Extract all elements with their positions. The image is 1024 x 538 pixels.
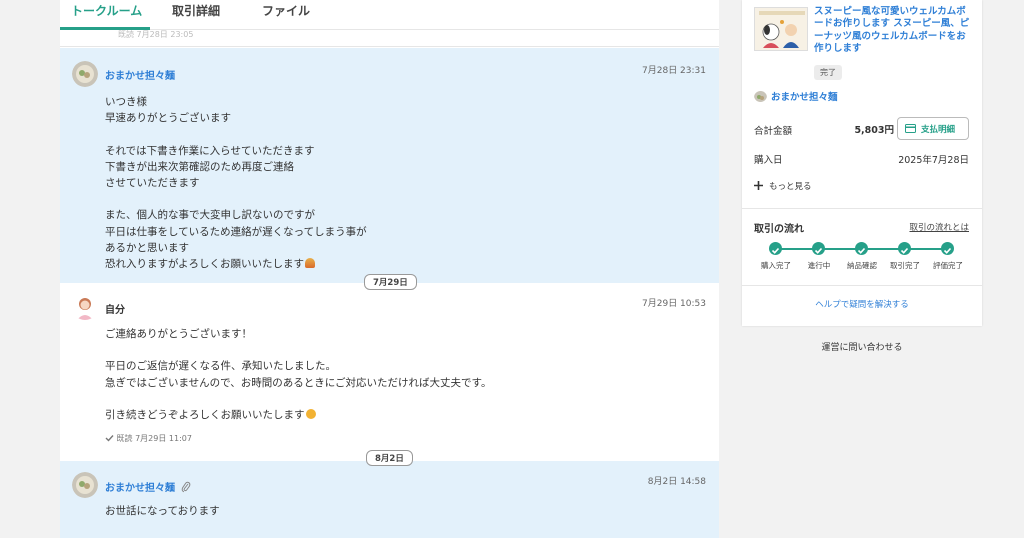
date-separator: 7月29日	[364, 274, 417, 290]
seller-avatar[interactable]	[72, 472, 98, 498]
check-icon	[814, 247, 823, 254]
step-in-progress	[812, 242, 825, 255]
chat-panel: トークルーム 取引詳細 ファイル 既読 7月28日 23:05 おまかせ担々麺 …	[60, 0, 719, 538]
date-separator: 8月2日	[366, 450, 413, 466]
message-line	[105, 191, 367, 207]
purchase-date-label: 購入日	[754, 155, 783, 166]
step-deal-complete	[898, 242, 911, 255]
message-mine: 自分 7月29日 10:53 ご連絡ありがとうございます！ 平日のご返信が遅くな…	[60, 284, 719, 460]
message-time: 8月2日 14:58	[647, 477, 706, 487]
message-line: 平日のご返信が遅くなる件、承知いたしました。	[105, 360, 336, 373]
paperclip-icon[interactable]	[181, 481, 191, 493]
check-icon	[771, 247, 780, 254]
message-line-with-emoji: 恐れ入りますがよろしくお願いいたします	[105, 256, 367, 272]
tab-bar: トークルーム 取引詳細 ファイル	[60, 0, 719, 30]
previous-message-remnant: 既読 7月28日 23:05	[60, 30, 719, 47]
message-body: いつき様 早速ありがとうございます それでは下書き作業に入らせていただきます 下…	[105, 94, 367, 272]
step-review-complete	[941, 242, 954, 255]
message-seller-1: おまかせ担々麺 7月28日 23:31 いつき様 早速ありがとうございます それ…	[60, 48, 719, 283]
deal-flow-title: 取引の流れ	[754, 224, 804, 235]
message-line: ご連絡ありがとうございます！	[105, 328, 252, 340]
product-title-link[interactable]: スヌーピー風な可愛いウェルカムボードお作りします スヌーピー風、ピーナッツ風のウ…	[814, 6, 974, 56]
show-more-link[interactable]: もっと見る	[754, 180, 812, 192]
tab-talkroom[interactable]: トークルーム	[71, 2, 142, 19]
check-icon	[857, 247, 866, 254]
message-line: いつき様	[105, 96, 147, 108]
divider	[742, 208, 982, 209]
message-line	[105, 126, 367, 142]
message-line: 早速ありがとうございます	[105, 112, 231, 125]
bowing-emoji-icon	[304, 257, 315, 268]
check-icon	[943, 247, 952, 254]
smiling-emoji-icon	[305, 408, 316, 419]
message-line: それでは下書き作業に入らせていただきます	[105, 144, 315, 157]
check-icon	[105, 435, 114, 442]
sender-name-text[interactable]: おまかせ担々麺	[105, 483, 175, 494]
credit-card-icon	[905, 124, 916, 133]
message-time: 7月28日 23:31	[642, 66, 706, 76]
message-body: ご連絡ありがとうございます！ 平日のご返信が遅くなる件、承知いたしました。 急ぎ…	[105, 326, 492, 423]
step-label: 評価完了	[933, 261, 963, 270]
message-line: また、個人的な事で大変申し訳ないのですが	[105, 209, 315, 222]
deal-summary-panel: スヌーピー風な可愛いウェルカムボードお作りします スヌーピー風、ピーナッツ風のウ…	[742, 0, 982, 326]
message-line: あるかと思います	[105, 241, 189, 254]
plus-icon	[754, 181, 763, 190]
help-link[interactable]: ヘルプで疑問を解決する	[742, 298, 982, 310]
step-purchase-complete	[769, 242, 782, 255]
read-receipt: 既読 7月29日 11:07	[105, 433, 192, 444]
message-line: 平日は仕事をしているため連絡が遅くなってしまう事が	[105, 225, 367, 238]
message-line	[105, 391, 492, 407]
active-tab-indicator	[60, 27, 150, 30]
payment-statement-label[interactable]: 支払明細	[921, 123, 955, 135]
tab-files[interactable]: ファイル	[262, 2, 310, 19]
message-line: 下書きが出来次第確認のため再度ご連絡	[105, 160, 294, 173]
sender-name[interactable]: おまかせ担々麺	[105, 479, 191, 494]
total-value: 5,803円	[854, 125, 894, 136]
seller-avatar[interactable]	[72, 61, 98, 87]
message-line: 引き続きどうぞよろしくお願いいたします	[105, 408, 305, 421]
seller-avatar-small[interactable]	[754, 89, 767, 102]
divider	[742, 285, 982, 286]
my-avatar[interactable]	[72, 294, 98, 320]
product-thumbnail[interactable]	[754, 7, 808, 51]
message-seller-2: おまかせ担々麺 8月2日 14:58 お世話になっております	[60, 461, 719, 538]
check-icon	[900, 247, 909, 254]
total-label: 合計金額	[754, 126, 793, 137]
previous-read-status: 既読 7月28日 23:05	[118, 30, 194, 39]
message-time: 7月29日 10:53	[642, 299, 706, 309]
sender-name[interactable]: おまかせ担々麺	[105, 67, 175, 82]
read-receipt-text: 既読 7月29日 11:07	[116, 434, 192, 443]
seller-name-link[interactable]: おまかせ担々麺	[771, 89, 838, 103]
payment-statement-button[interactable]: 支払明細	[897, 117, 969, 140]
sender-name: 自分	[105, 305, 125, 316]
message-body: お世話になっております	[105, 503, 220, 519]
message-line: させていただきます	[105, 176, 200, 189]
deal-flow-help-link[interactable]: 取引の流れとは	[909, 221, 969, 233]
tab-deal-details[interactable]: 取引詳細	[172, 2, 220, 19]
step-delivery-confirm	[855, 242, 868, 255]
message-line: 急ぎではございませんので、お時間のあるときにご対応いただければ大丈夫です。	[105, 376, 492, 389]
status-badge: 完了	[814, 65, 842, 80]
message-line: 恐れ入りますがよろしくお願いいたします	[105, 257, 304, 270]
contact-support-link[interactable]: 運営に問い合わせる	[742, 340, 982, 353]
show-more-label[interactable]: もっと見る	[769, 182, 812, 192]
purchase-date-value: 2025年7月28日	[898, 155, 969, 166]
message-line-with-emoji: 引き続きどうぞよろしくお願いいたします	[105, 407, 492, 423]
message-line	[105, 342, 492, 358]
message-line: お世話になっております	[105, 505, 220, 517]
